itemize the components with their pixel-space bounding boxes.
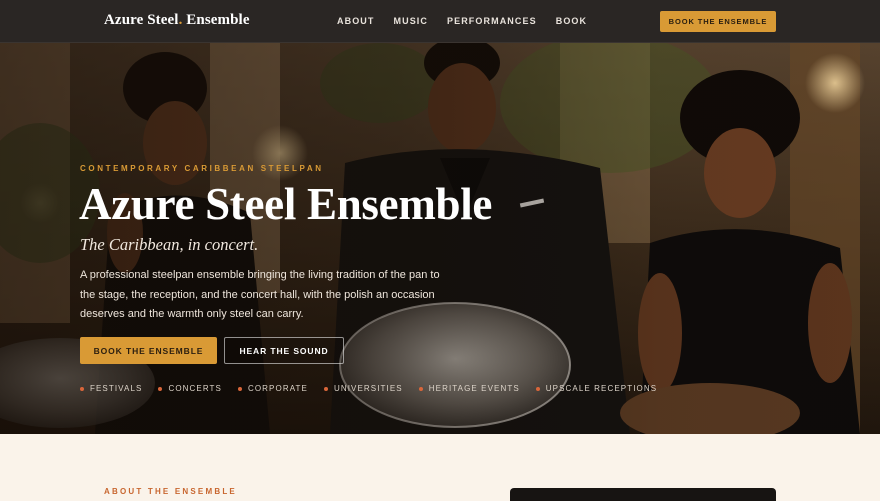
nav-link-about[interactable]: ABOUT (337, 16, 375, 26)
nav-link-performances[interactable]: PERFORMANCES (447, 16, 537, 26)
nav-book-button[interactable]: BOOK THE ENSEMBLE (660, 11, 776, 32)
event-tag-label: UNIVERSITIES (333, 384, 403, 393)
event-tag-label: HERITAGE EVENTS (428, 384, 520, 393)
event-type-list: FESTIVALS CONCERTS CORPORATE UNIVERSITIE… (80, 384, 657, 393)
event-tag-label: CORPORATE (247, 384, 308, 393)
bullet-dot-icon (237, 386, 242, 391)
about-eyebrow: ABOUT THE ENSEMBLE (104, 487, 237, 496)
top-nav: Azure Steel. Ensemble ABOUT MUSIC PERFOR… (0, 0, 880, 43)
brand-name: Azure Steel (104, 12, 179, 28)
nav-links: ABOUT MUSIC PERFORMANCES BOOK (337, 16, 587, 26)
event-tag-label: FESTIVALS (90, 384, 143, 393)
event-tag-label: UPSCALE RECEPTIONS (545, 384, 658, 393)
bullet-dot-icon (158, 386, 163, 391)
brand-logo[interactable]: Azure Steel. Ensemble (104, 12, 250, 29)
nav-link-book[interactable]: BOOK (556, 16, 587, 26)
book-ensemble-button[interactable]: BOOK THE ENSEMBLE (80, 337, 217, 364)
event-tag: UPSCALE RECEPTIONS (535, 384, 658, 393)
event-tag: UNIVERSITIES (323, 384, 403, 393)
event-tag: HERITAGE EVENTS (418, 384, 520, 393)
bullet-dot-icon (80, 386, 84, 391)
event-tag: CORPORATE (237, 384, 308, 393)
hero-title: Azure Steel Ensemble (79, 179, 493, 229)
hero-eyebrow: CONTEMPORARY CARIBBEAN STEELPAN (80, 164, 324, 173)
event-tag: FESTIVALS (80, 384, 142, 393)
hero-section: CONTEMPORARY CARIBBEAN STEELPAN Azure St… (0, 43, 880, 434)
hero-description: A professional steelpan ensemble bringin… (80, 269, 440, 320)
event-tag-label: CONCERTS (168, 384, 222, 393)
hero-subtitle: The Caribbean, in concert. (80, 235, 259, 254)
brand-name-tail: Ensemble (182, 12, 250, 28)
about-media-card (510, 488, 776, 501)
nav-link-music[interactable]: MUSIC (394, 16, 429, 26)
event-tag: CONCERTS (158, 384, 222, 393)
hear-sound-button[interactable]: HEAR THE SOUND (224, 337, 344, 364)
bullet-dot-icon (323, 386, 328, 391)
bullet-dot-icon (418, 386, 423, 391)
bullet-dot-icon (535, 386, 540, 391)
